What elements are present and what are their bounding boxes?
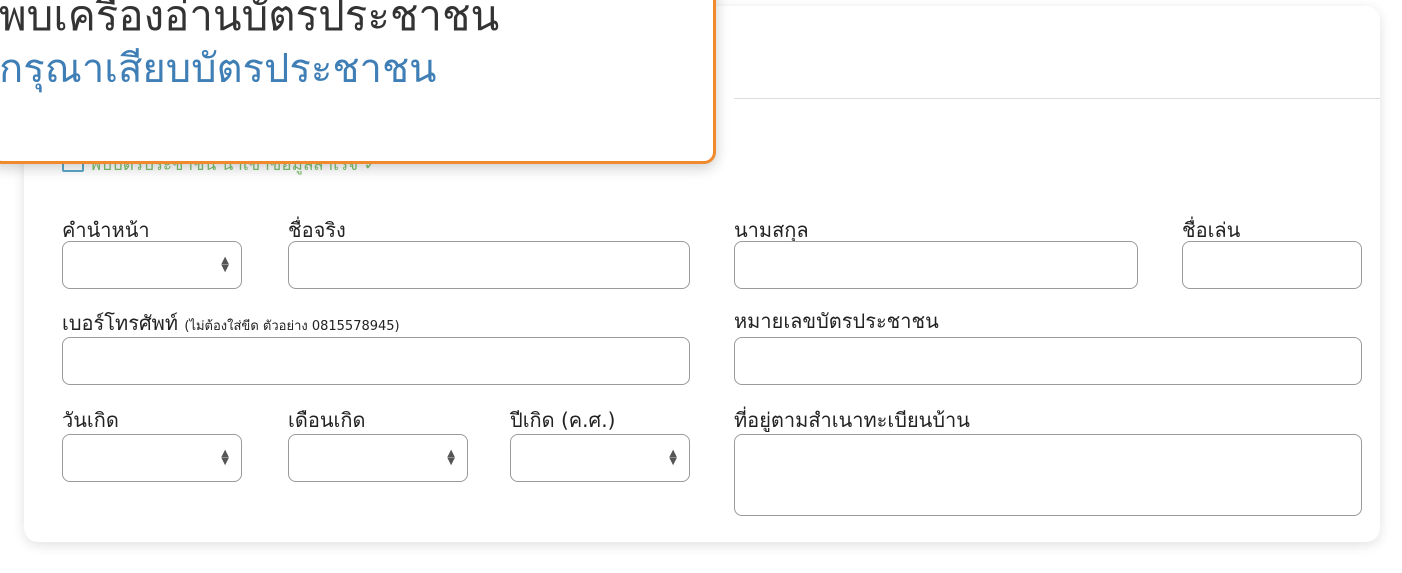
birthmonth-select[interactable]: ▲ ▼ <box>288 434 468 482</box>
birthyear-select[interactable]: ▲ ▼ <box>510 434 690 482</box>
birthday-label: วันเกิด <box>62 408 119 432</box>
birthday-select[interactable]: ▲ ▼ <box>62 434 242 482</box>
phone-label-text: เบอร์โทรศัพท์ <box>62 311 179 335</box>
lastname-input[interactable] <box>734 241 1138 289</box>
card-divider <box>734 98 1380 99</box>
prefix-select[interactable]: ▲ ▼ <box>62 241 242 289</box>
select-arrows-icon: ▲ ▼ <box>669 448 677 467</box>
phone-label: เบอร์โทรศัพท์ (ไม่ต้องใส่ขีด ตัวอย่าง 08… <box>62 307 400 339</box>
phone-hint: (ไม่ต้องใส่ขีด ตัวอย่าง 0815578945) <box>184 319 400 334</box>
idcard-input[interactable] <box>734 337 1362 385</box>
card-reader-popup: พบเครื่องอ่านบัตรประชาชน กรุณาเสียบบัตรป… <box>0 0 716 164</box>
address-label: ที่อยู่ตามสำเนาทะเบียนบ้าน <box>734 408 970 432</box>
select-arrows-icon: ▲ ▼ <box>447 448 455 467</box>
address-textarea[interactable] <box>734 434 1362 516</box>
firstname-input[interactable] <box>288 241 690 289</box>
phone-input[interactable] <box>62 337 690 385</box>
select-arrows-icon: ▲ ▼ <box>221 448 229 467</box>
popup-message: กรุณาเสียบบัตรประชาชน <box>0 46 437 92</box>
nickname-input[interactable] <box>1182 241 1362 289</box>
birthmonth-label: เดือนเกิด <box>288 408 366 432</box>
select-arrows-icon: ▲ ▼ <box>221 255 229 274</box>
idcard-label: หมายเลขบัตรประชาชน <box>734 309 939 333</box>
birthyear-label: ปีเกิด (ค.ศ.) <box>510 408 616 432</box>
